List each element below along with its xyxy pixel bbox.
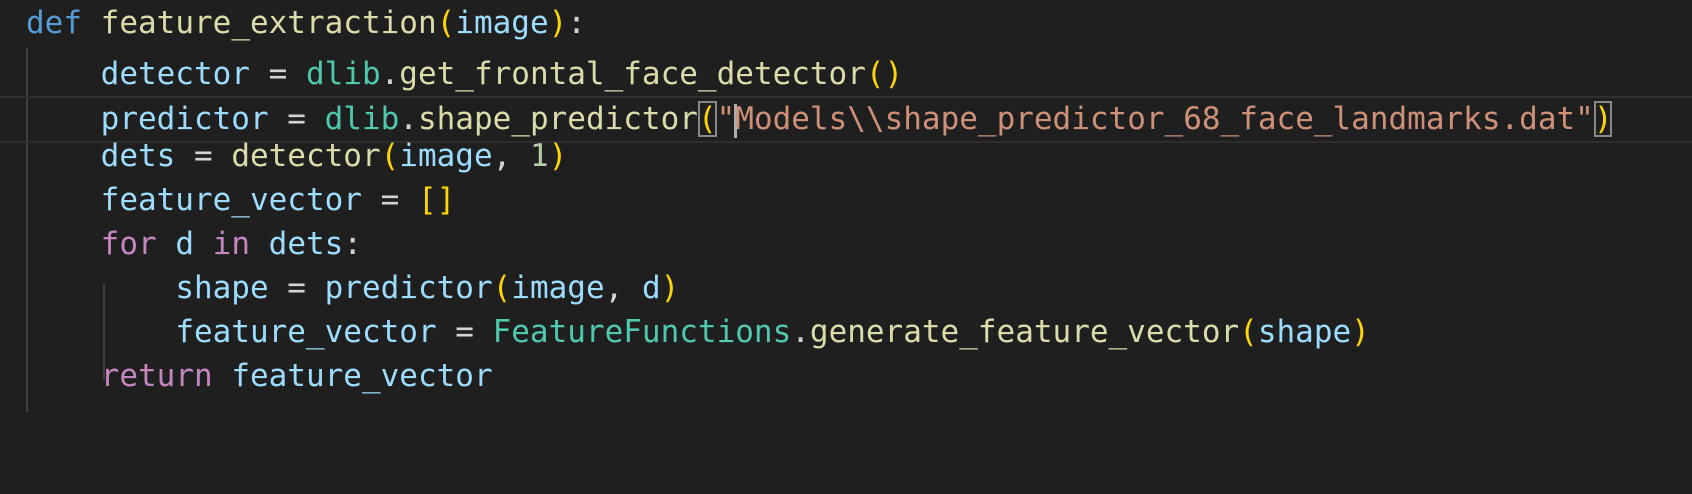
code-line-8[interactable]: feature_vector = FeatureFunctions.genera… (0, 309, 1692, 356)
bracket: ( (1239, 314, 1258, 350)
bracket: ) (1351, 314, 1370, 350)
matched-bracket-open: ( (697, 101, 717, 137)
argument: image (399, 138, 493, 174)
variable: predictor (100, 101, 269, 137)
bracket: ( (380, 138, 400, 174)
operator: = (249, 56, 306, 92)
keyword-in: in (212, 226, 250, 262)
code-line-5[interactable]: feature_vector = [] (0, 177, 1692, 224)
empty-list: [] (417, 182, 456, 218)
matched-bracket-close: ) (1593, 101, 1613, 137)
code-line-2[interactable]: detector = dlib.get_frontal_face_detecto… (0, 51, 1692, 98)
argument: d (641, 270, 661, 306)
comma: , (604, 270, 642, 306)
number-literal: 1 (529, 138, 549, 174)
variable: detector (100, 56, 250, 92)
code-line-6[interactable]: for d in dets: (0, 221, 1692, 268)
colon: : (343, 226, 362, 262)
return-value: feature_vector (231, 358, 493, 394)
module: dlib (305, 56, 381, 92)
iterable: dets (268, 226, 344, 262)
dot: . (399, 101, 418, 137)
operator: = (175, 138, 232, 174)
operator: = (268, 101, 325, 137)
operator: = (436, 314, 493, 350)
variable: dets (100, 138, 176, 174)
module: dlib (324, 101, 400, 137)
variable: feature_vector (100, 182, 362, 218)
code-line-7[interactable]: shape = predictor(image, d) (0, 265, 1692, 312)
variable: shape (175, 270, 269, 306)
method-name: get_frontal_face_detector (399, 56, 866, 92)
bracket-pair: () (865, 56, 904, 92)
code-line-9[interactable]: return feature_vector (0, 353, 1692, 400)
loop-variable: d (175, 226, 194, 262)
string-quote: " (716, 101, 736, 137)
code-line-4[interactable]: dets = detector(image, 1) (0, 133, 1692, 180)
class-name: FeatureFunctions (492, 314, 792, 350)
bracket: ( (492, 270, 512, 306)
comma: , (492, 138, 530, 174)
function-call: predictor (324, 270, 493, 306)
function-call: detector (231, 138, 381, 174)
method-name: shape_predictor (417, 101, 698, 137)
bracket: ( (436, 5, 456, 41)
colon: : (567, 5, 586, 41)
keyword-for: for (100, 226, 157, 262)
function-name: feature_extraction (100, 5, 437, 41)
parameter: image (455, 5, 549, 41)
operator: = (268, 270, 325, 306)
argument: image (511, 270, 605, 306)
keyword-def: def (26, 5, 82, 41)
keyword-return: return (100, 358, 213, 394)
string-literal: Models\\shape_predictor_68_face_landmark… (735, 101, 1594, 137)
method-name: generate_feature_vector (809, 314, 1240, 350)
bracket: ) (660, 270, 680, 306)
bracket: ) (548, 5, 568, 41)
dot: . (380, 56, 400, 92)
argument: shape (1257, 314, 1352, 350)
bracket: ) (548, 138, 568, 174)
code-line-1[interactable]: def feature_extraction(image): (0, 0, 1692, 47)
dot: . (791, 314, 810, 350)
code-editor[interactable]: def feature_extraction(image): detector … (0, 0, 1692, 446)
variable: feature_vector (175, 314, 437, 350)
operator: = (361, 182, 418, 218)
